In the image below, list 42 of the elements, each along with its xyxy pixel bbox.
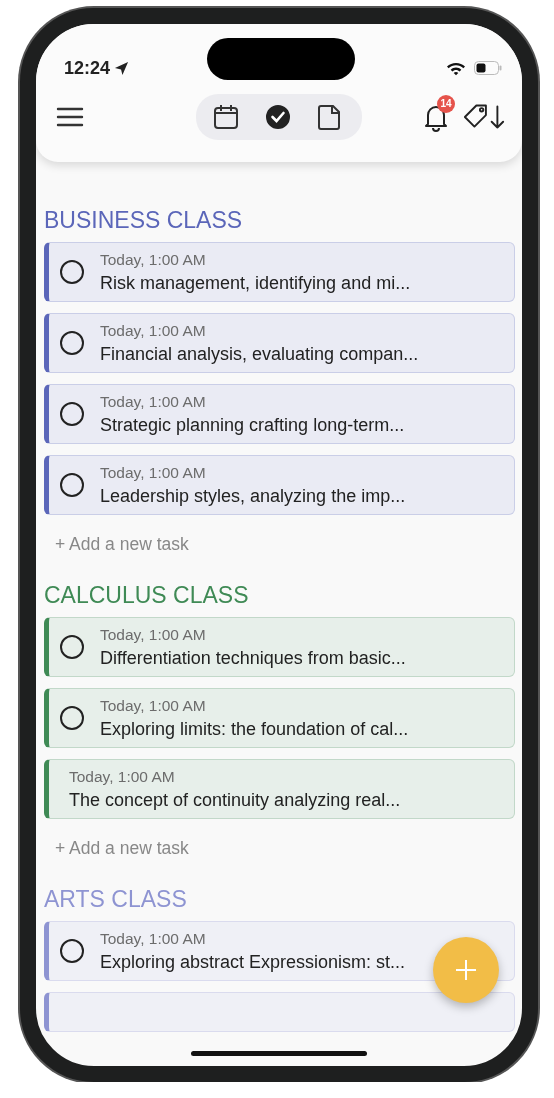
task-card[interactable]: Today, 1:00 AM Strategic planning crafting long-term... bbox=[44, 384, 515, 444]
status-time: 12:24 bbox=[64, 57, 111, 79]
task-title: Differentiation techniques from basic... bbox=[100, 647, 406, 669]
task-card[interactable]: Today, 1:00 AM Differentiation techniques from basic... bbox=[44, 617, 515, 677]
task-time: Today, 1:00 AM bbox=[100, 696, 206, 715]
task-title: Leadership styles, analyzing the imp... bbox=[100, 485, 406, 507]
task-checkbox[interactable] bbox=[60, 706, 84, 730]
task-time: Today, 1:00 AM bbox=[100, 321, 206, 340]
section-title: BUSINESS CLASS bbox=[44, 206, 243, 234]
task-checkbox[interactable] bbox=[60, 635, 84, 659]
task-card[interactable]: Today, 1:00 AM Financial analysis, evaluating compan... bbox=[44, 313, 515, 373]
task-checkbox[interactable] bbox=[60, 473, 84, 497]
task-time: Today, 1:00 AM bbox=[100, 625, 206, 644]
location-arrow-icon bbox=[114, 60, 130, 76]
tag-sort-icon[interactable] bbox=[462, 102, 506, 132]
task-time: Today, 1:00 AM bbox=[100, 250, 206, 269]
section-title: CALCULUS CLASS bbox=[44, 581, 249, 609]
task-card[interactable]: Today, 1:00 AM Exploring limits: the foundation of cal... bbox=[44, 688, 515, 748]
task-title: Strategic planning crafting long-term... bbox=[100, 414, 405, 436]
task-card[interactable]: Today, 1:00 AM Exploring abstract Expressionism: st... bbox=[44, 921, 515, 981]
task-title: The concept of continuity analyzing real... bbox=[69, 789, 401, 811]
task-checkbox[interactable] bbox=[60, 260, 84, 284]
task-card[interactable]: Today, 1:00 AM Risk management, identifying and mi... bbox=[44, 242, 515, 302]
task-checkbox[interactable] bbox=[60, 939, 84, 963]
section-title: ARTS CLASS bbox=[44, 885, 187, 913]
menu-icon[interactable] bbox=[56, 106, 84, 128]
task-time: Today, 1:00 AM bbox=[100, 929, 206, 948]
task-time: Today, 1:00 AM bbox=[69, 767, 175, 786]
task-checkbox[interactable] bbox=[60, 331, 84, 355]
task-time: Today, 1:00 AM bbox=[100, 463, 206, 482]
task-title: Risk management, identifying and mi... bbox=[100, 272, 411, 294]
task-title: Financial analysis, evaluating compan... bbox=[100, 343, 419, 365]
task-card[interactable]: Today, 1:00 AM Leadership styles, analyzing the imp... bbox=[44, 455, 515, 515]
task-card[interactable]: Today, 1:00 AM The concept of continuity analyzing real... bbox=[44, 759, 515, 819]
task-checkbox[interactable] bbox=[60, 402, 84, 426]
wifi-icon bbox=[446, 60, 466, 76]
plus-icon bbox=[454, 958, 478, 982]
task-title: Exploring abstract Expressionism: st... bbox=[100, 951, 406, 973]
task-time: Today, 1:00 AM bbox=[100, 392, 206, 411]
battery-icon bbox=[474, 61, 502, 75]
task-title: Exploring limits: the foundation of cal... bbox=[100, 718, 409, 740]
notification-badge: 14 bbox=[437, 95, 455, 113]
